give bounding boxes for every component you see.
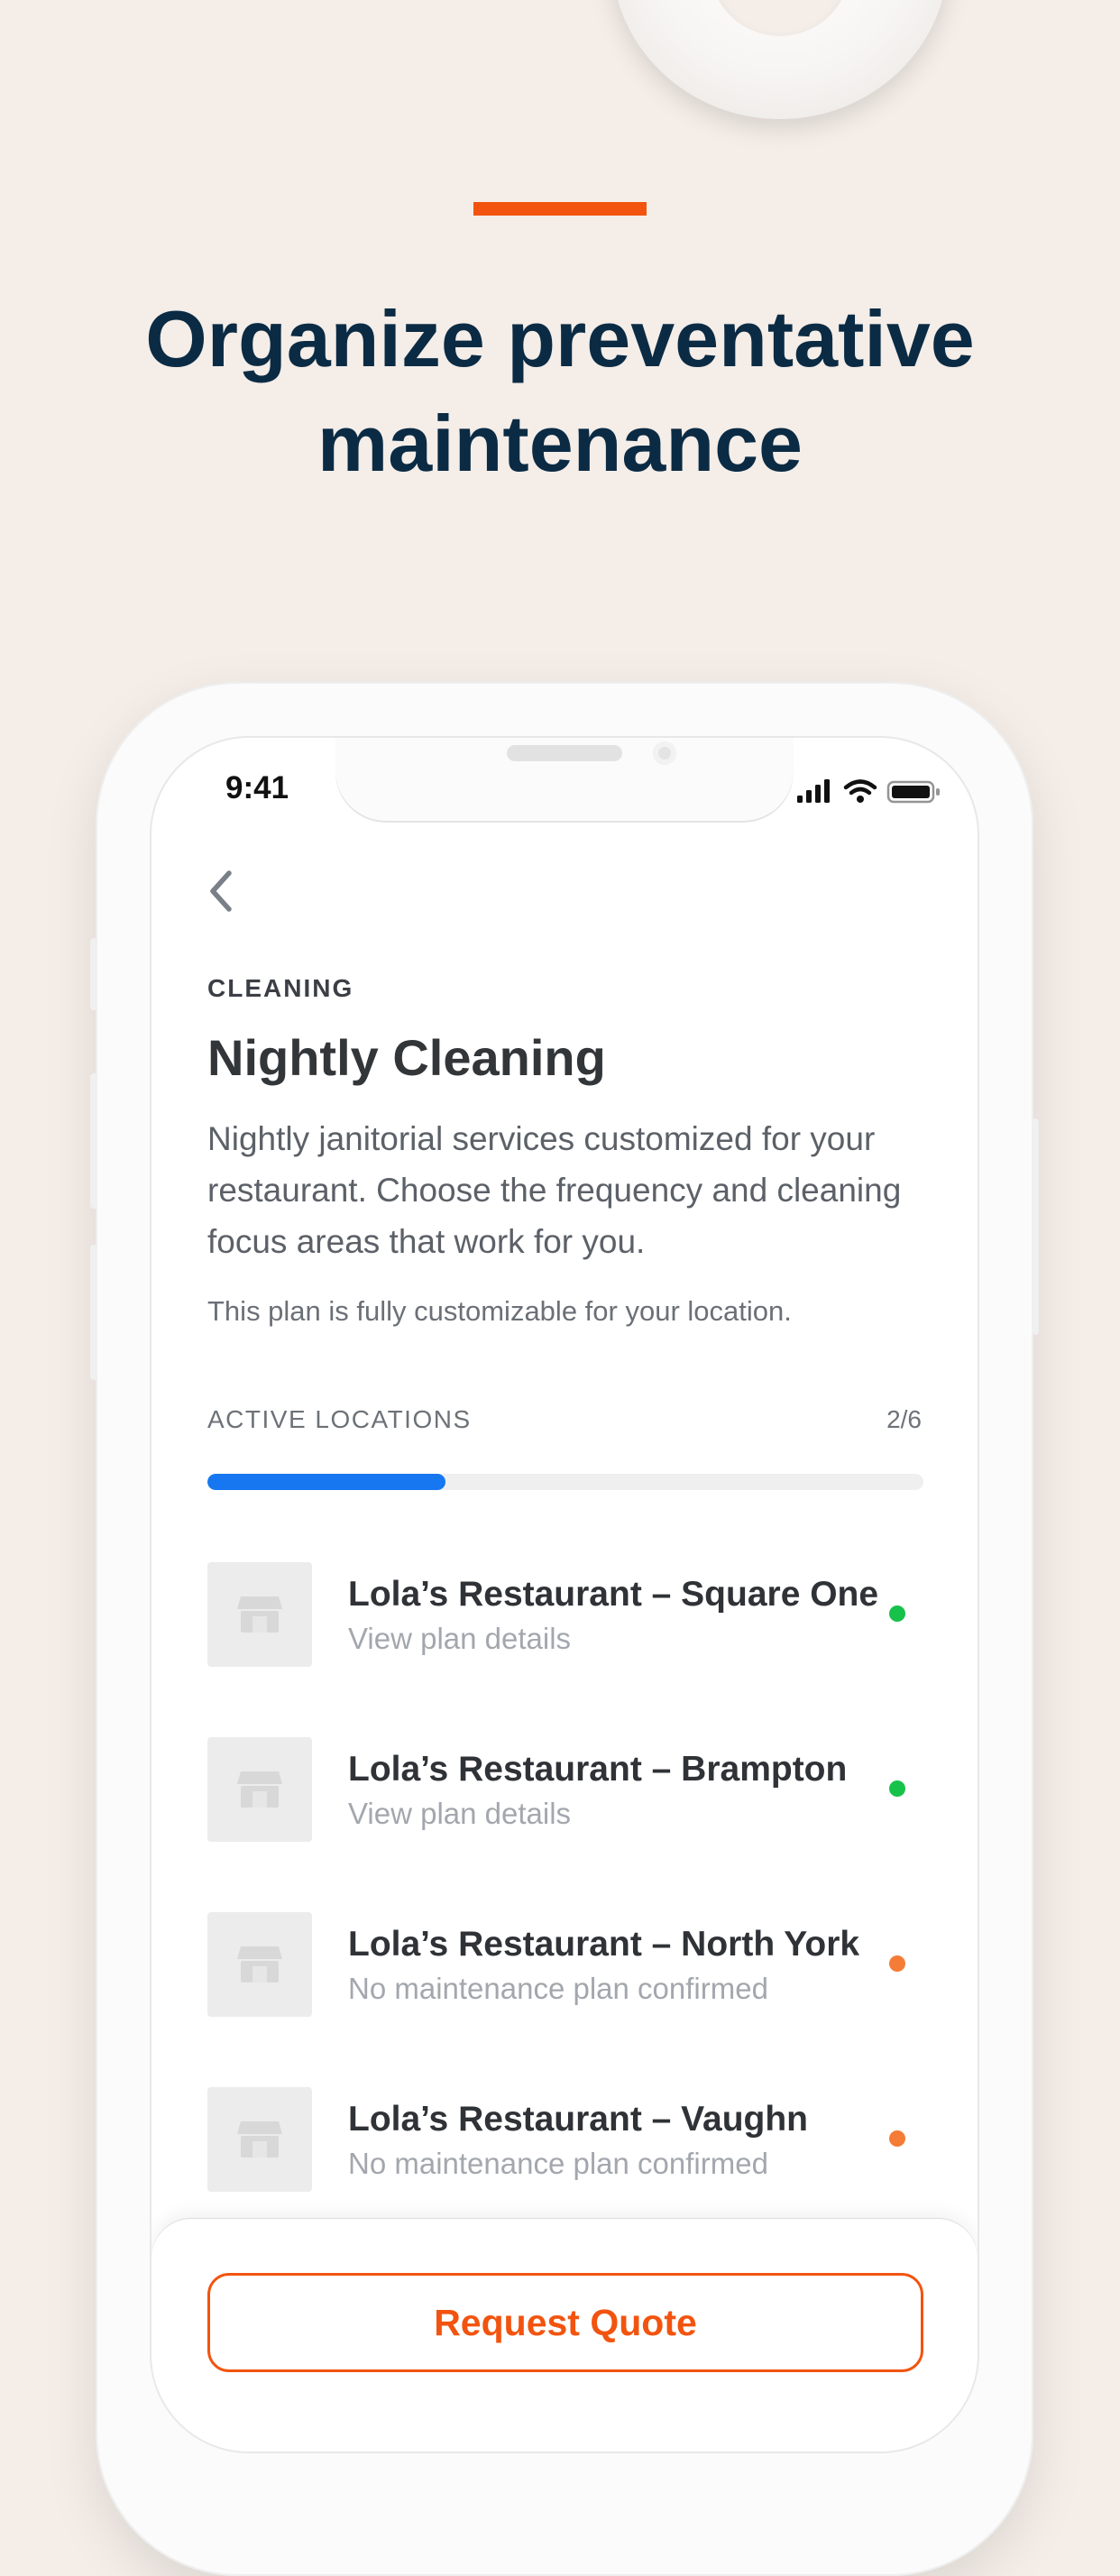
storefront-icon <box>237 1596 282 1633</box>
wifi-icon <box>843 779 877 803</box>
status-time: 9:41 <box>225 770 289 805</box>
location-thumbnail <box>207 1562 312 1667</box>
service-note: This plan is fully customizable for your… <box>207 1295 792 1327</box>
storefront-icon <box>237 1771 282 1808</box>
location-subtitle[interactable]: View plan details <box>348 1622 571 1656</box>
locations-progress-fill <box>207 1474 446 1490</box>
location-subtitle: No maintenance plan confirmed <box>348 2147 768 2180</box>
location-subtitle[interactable]: View plan details <box>348 1797 571 1831</box>
active-locations-label: ACTIVE LOCATIONS <box>207 1405 472 1433</box>
location-thumbnail <box>207 1912 312 2017</box>
app-screen: 9:41 CLEANING Nightly Cleaning Nightly j… <box>151 738 978 2452</box>
storefront-icon <box>237 1946 282 1983</box>
location-item[interactable]: Lola’s Restaurant – Vaughn No maintenanc… <box>207 2087 923 2192</box>
storefront-icon <box>237 2121 282 2157</box>
battery-icon <box>886 780 940 804</box>
status-icons <box>797 779 940 804</box>
accent-divider <box>473 202 647 216</box>
service-description: Nightly janitorial services customized f… <box>207 1120 902 1260</box>
location-name: Lola’s Restaurant – Brampton <box>348 1750 848 1789</box>
phone-notch <box>335 738 794 821</box>
cellular-signal-icon <box>797 779 830 803</box>
active-locations-count: 2/6 <box>886 1405 922 1433</box>
bottom-action-panel: Request Quote <box>151 2219 978 2452</box>
front-camera <box>653 741 676 765</box>
locations-progress-bar <box>207 1474 923 1490</box>
chevron-left-icon[interactable] <box>200 864 240 918</box>
location-name: Lola’s Restaurant – Vaughn <box>348 2100 809 2139</box>
location-subtitle: No maintenance plan confirmed <box>348 1972 768 2005</box>
decorative-disc-graphic <box>611 0 949 119</box>
location-item[interactable]: Lola’s Restaurant – Square One View plan… <box>207 1562 923 1667</box>
status-dot <box>889 1955 905 1972</box>
location-thumbnail <box>207 2087 312 2192</box>
request-quote-button[interactable]: Request Quote <box>207 2273 923 2372</box>
marketing-headline: Organize preventative maintenance <box>0 287 1120 496</box>
status-dot <box>889 1780 905 1797</box>
headline-line-2: maintenance <box>317 399 803 488</box>
service-title: Nightly Cleaning <box>207 1029 606 1086</box>
location-name: Lola’s Restaurant – Square One <box>348 1575 879 1614</box>
status-dot <box>889 2130 905 2147</box>
service-category: CLEANING <box>207 974 354 1002</box>
headline-line-1: Organize preventative <box>145 294 975 383</box>
status-dot <box>889 1605 905 1622</box>
location-name: Lola’s Restaurant – North York <box>348 1925 860 1964</box>
location-item[interactable]: Lola’s Restaurant – Brampton View plan d… <box>207 1737 923 1842</box>
location-item[interactable]: Lola’s Restaurant – North York No mainte… <box>207 1912 923 2017</box>
location-thumbnail <box>207 1737 312 1842</box>
speaker-grille <box>507 745 622 761</box>
